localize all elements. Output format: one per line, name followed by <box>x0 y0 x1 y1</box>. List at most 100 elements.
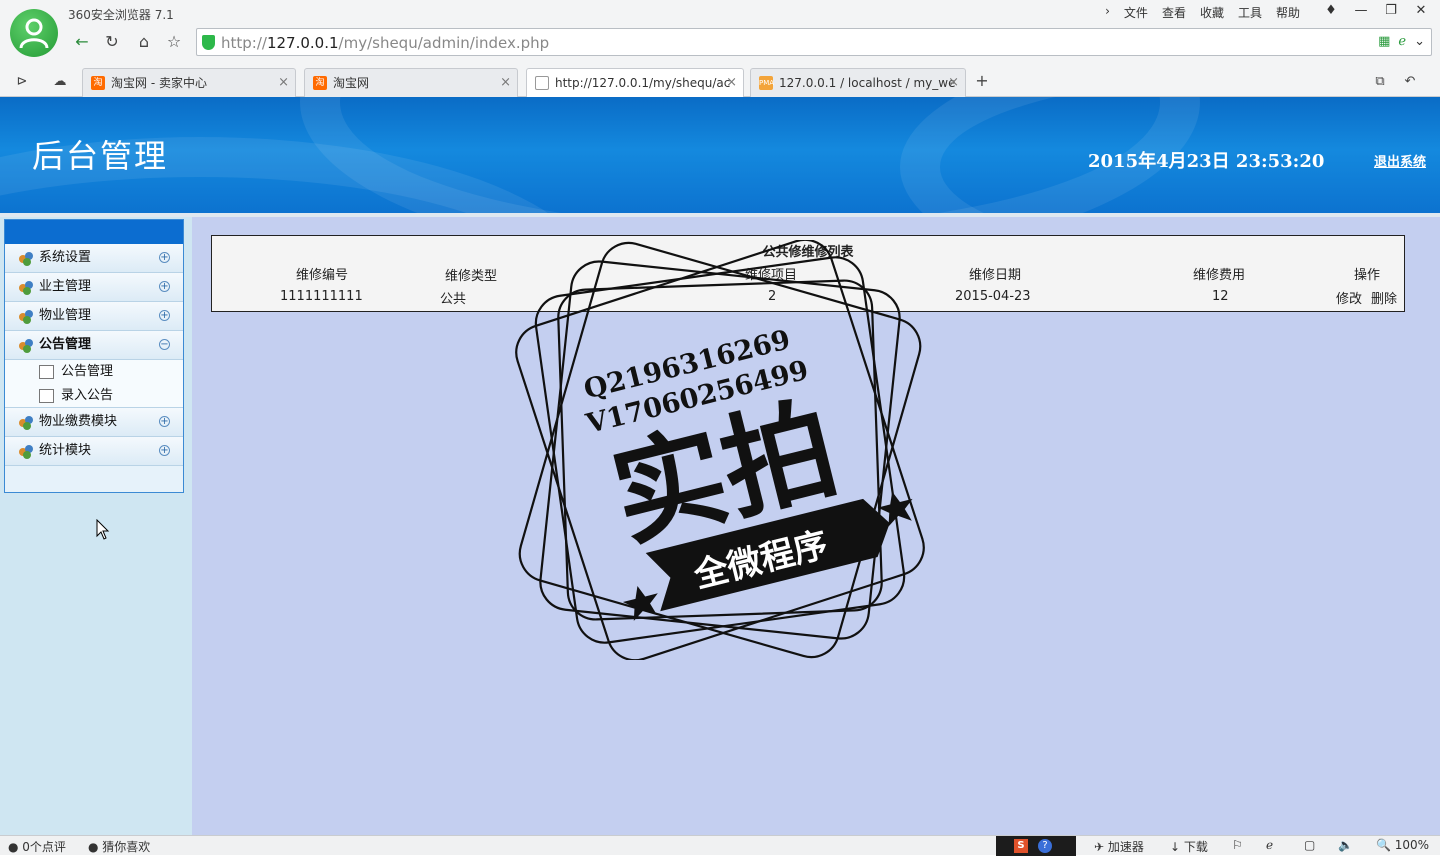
users-icon <box>19 415 35 430</box>
menu-help[interactable]: 帮助 <box>1276 4 1300 21</box>
collapse-minus-icon[interactable]: − <box>159 339 170 350</box>
table-title: 公共修维修列表 <box>762 245 854 260</box>
skin-icon[interactable]: ♦ <box>1320 2 1342 20</box>
repair-date: 2015-04-23 <box>955 289 1031 304</box>
sogou-ime-icon[interactable]: S <box>1014 839 1028 853</box>
expand-plus-icon[interactable]: + <box>159 252 170 263</box>
qr-code-icon[interactable]: ▦ <box>1378 34 1390 49</box>
column-header: 维修编号 <box>296 268 349 283</box>
close-tab-icon[interactable]: × <box>278 69 289 97</box>
menu-tools[interactable]: 工具 <box>1238 4 1262 21</box>
window-controls: ♦ — ❐ ✕ <box>1320 2 1432 20</box>
ime-tray: S ? <box>996 836 1076 856</box>
tab-admin-active[interactable]: http://127.0.0.1/my/shequ/ac × <box>526 68 744 98</box>
repair-list-table: 公共修维修列表 维修编号 维修类型 维修项目 维修日期 维修费用 操作 1111… <box>211 235 1405 312</box>
address-url[interactable]: http://127.0.0.1/my/shequ/admin/index.ph… <box>221 34 549 52</box>
ie-icon[interactable]: ℯ <box>1266 838 1273 852</box>
sidebar-item-notice-management[interactable]: 公告管理 − <box>5 331 183 360</box>
taobao-icon: 淘 <box>313 76 327 90</box>
address-tools: ▦ ℯ ⌄ <box>1378 34 1425 49</box>
logout-link[interactable]: 退出系统 <box>1374 151 1426 170</box>
column-header: 维修日期 <box>969 268 1022 283</box>
menu-favorites[interactable]: 收藏 <box>1200 4 1224 21</box>
sidebar-item-fee-module[interactable]: 物业缴费模块 + <box>5 408 183 437</box>
back-arrow-icon[interactable]: ← <box>70 31 94 53</box>
status-bar: ● 0个点评 ● 猜你喜欢 S ? ✈ 加速器 ↓ 下载 ⚐ ℯ ▢ 🔈 🔍 1… <box>0 835 1440 856</box>
browser-menu: › 文件 查看 收藏 工具 帮助 <box>1105 4 1300 21</box>
security-shield-icon <box>202 35 215 50</box>
cloud-icon[interactable]: ☁ <box>48 71 72 93</box>
column-header: 维修费用 <box>1193 268 1246 283</box>
sidebar-item-property-management[interactable]: 物业管理 + <box>5 302 183 331</box>
menu-file[interactable]: 文件 <box>1124 4 1148 21</box>
expand-plus-icon[interactable]: + <box>159 281 170 292</box>
ie-mode-icon[interactable]: ℯ <box>1398 34 1406 49</box>
datetime-display: 2015年4月23日 23:53:20 <box>1088 151 1325 172</box>
tab-bar: ⊳ ☁ 淘 淘宝网 - 卖家中心 × 淘 淘宝网 × http://127.0.… <box>0 66 1440 98</box>
close-tab-icon[interactable]: × <box>726 69 737 97</box>
sidebar-header <box>5 220 183 244</box>
zoom-level[interactable]: 🔍 100% <box>1376 838 1429 852</box>
guess-you-like[interactable]: ● 猜你喜欢 <box>88 838 150 855</box>
comments-status[interactable]: ● 0个点评 <box>8 838 66 855</box>
repair-type: 公共 <box>440 292 467 307</box>
browser-logo-icon <box>10 9 58 57</box>
sound-icon[interactable]: 🔈 <box>1338 838 1353 852</box>
tab-taobao[interactable]: 淘 淘宝网 × <box>304 68 518 97</box>
users-icon <box>19 309 35 324</box>
notice-list-icon <box>39 365 54 379</box>
sidebar-item-system-settings[interactable]: 系统设置 + <box>5 244 183 273</box>
sidebar-toggle-icon[interactable]: ⊳ <box>10 71 34 93</box>
expand-plus-icon[interactable]: + <box>159 416 170 427</box>
tab-list-icon[interactable]: ⧉ <box>1368 71 1392 93</box>
phpmyadmin-icon: PMA <box>759 76 774 90</box>
address-dropdown-icon[interactable]: ⌄ <box>1414 34 1425 49</box>
expand-plus-icon[interactable]: + <box>159 310 170 321</box>
expand-plus-icon[interactable]: + <box>159 445 170 456</box>
accelerator-button[interactable]: ✈ 加速器 <box>1094 838 1144 855</box>
close-tab-icon[interactable]: × <box>948 69 959 97</box>
address-bar[interactable]: http://127.0.0.1/my/shequ/admin/index.ph… <box>196 28 1432 56</box>
window-icon[interactable]: ▢ <box>1304 838 1315 852</box>
close-window-button[interactable]: ✕ <box>1410 2 1432 20</box>
edit-link[interactable]: 修改 <box>1336 288 1362 307</box>
users-icon <box>19 251 35 266</box>
menu-chevron-icon[interactable]: › <box>1105 4 1110 21</box>
navigation-row: ← ↻ ⌂ ☆ http://127.0.0.1/my/shequ/admin/… <box>66 28 1432 56</box>
column-header: 维修项目 <box>745 268 798 283</box>
delete-link[interactable]: 删除 <box>1371 288 1397 307</box>
home-icon[interactable]: ⌂ <box>132 31 156 53</box>
users-icon <box>19 338 35 353</box>
close-tab-icon[interactable]: × <box>500 69 511 97</box>
column-header: 维修类型 <box>445 269 498 284</box>
menu-view[interactable]: 查看 <box>1162 4 1186 21</box>
tab-taobao-seller[interactable]: 淘 淘宝网 - 卖家中心 × <box>82 68 296 97</box>
main-content: 公共修维修列表 维修编号 维修类型 维修项目 维修日期 维修费用 操作 1111… <box>192 217 1440 835</box>
new-tab-plus-icon[interactable]: + <box>970 70 994 92</box>
tab-phpmyadmin[interactable]: PMA 127.0.0.1 / localhost / my_we × <box>750 68 966 97</box>
users-icon <box>19 280 35 295</box>
repair-cost: 12 <box>1212 289 1229 304</box>
users-icon <box>19 444 35 459</box>
flag-icon[interactable]: ⚐ <box>1232 838 1243 852</box>
repair-item: 2 <box>768 289 777 304</box>
page-icon <box>535 76 549 90</box>
sidebar-subitem-add-notice[interactable]: 录入公告 <box>5 384 183 408</box>
page-header-banner: 后台管理 2015年4月23日 23:53:20 退出系统 <box>0 97 1440 215</box>
sidebar-item-owner-management[interactable]: 业主管理 + <box>5 273 183 302</box>
sidebar-subitem-notice-management[interactable]: 公告管理 <box>5 360 183 384</box>
page-title: 后台管理 <box>32 137 169 175</box>
sidebar-item-statistics-module[interactable]: 统计模块 + <box>5 437 183 466</box>
repair-id: 1111111111 <box>280 289 363 304</box>
mouse-cursor-icon <box>96 519 110 540</box>
help-icon[interactable]: ? <box>1038 839 1052 853</box>
browser-chrome: 360安全浏览器 7.1 › 文件 查看 收藏 工具 帮助 ♦ — ❐ ✕ ← … <box>0 0 1440 98</box>
refresh-icon[interactable]: ↻ <box>100 31 124 53</box>
maximize-button[interactable]: ❐ <box>1380 2 1402 20</box>
taobao-icon: 淘 <box>91 76 105 90</box>
favorite-star-icon[interactable]: ☆ <box>162 31 186 53</box>
undo-close-icon[interactable]: ↶ <box>1398 71 1422 93</box>
minimize-button[interactable]: — <box>1350 2 1372 20</box>
download-button[interactable]: ↓ 下载 <box>1170 838 1208 855</box>
app-title: 360安全浏览器 7.1 <box>68 8 174 22</box>
